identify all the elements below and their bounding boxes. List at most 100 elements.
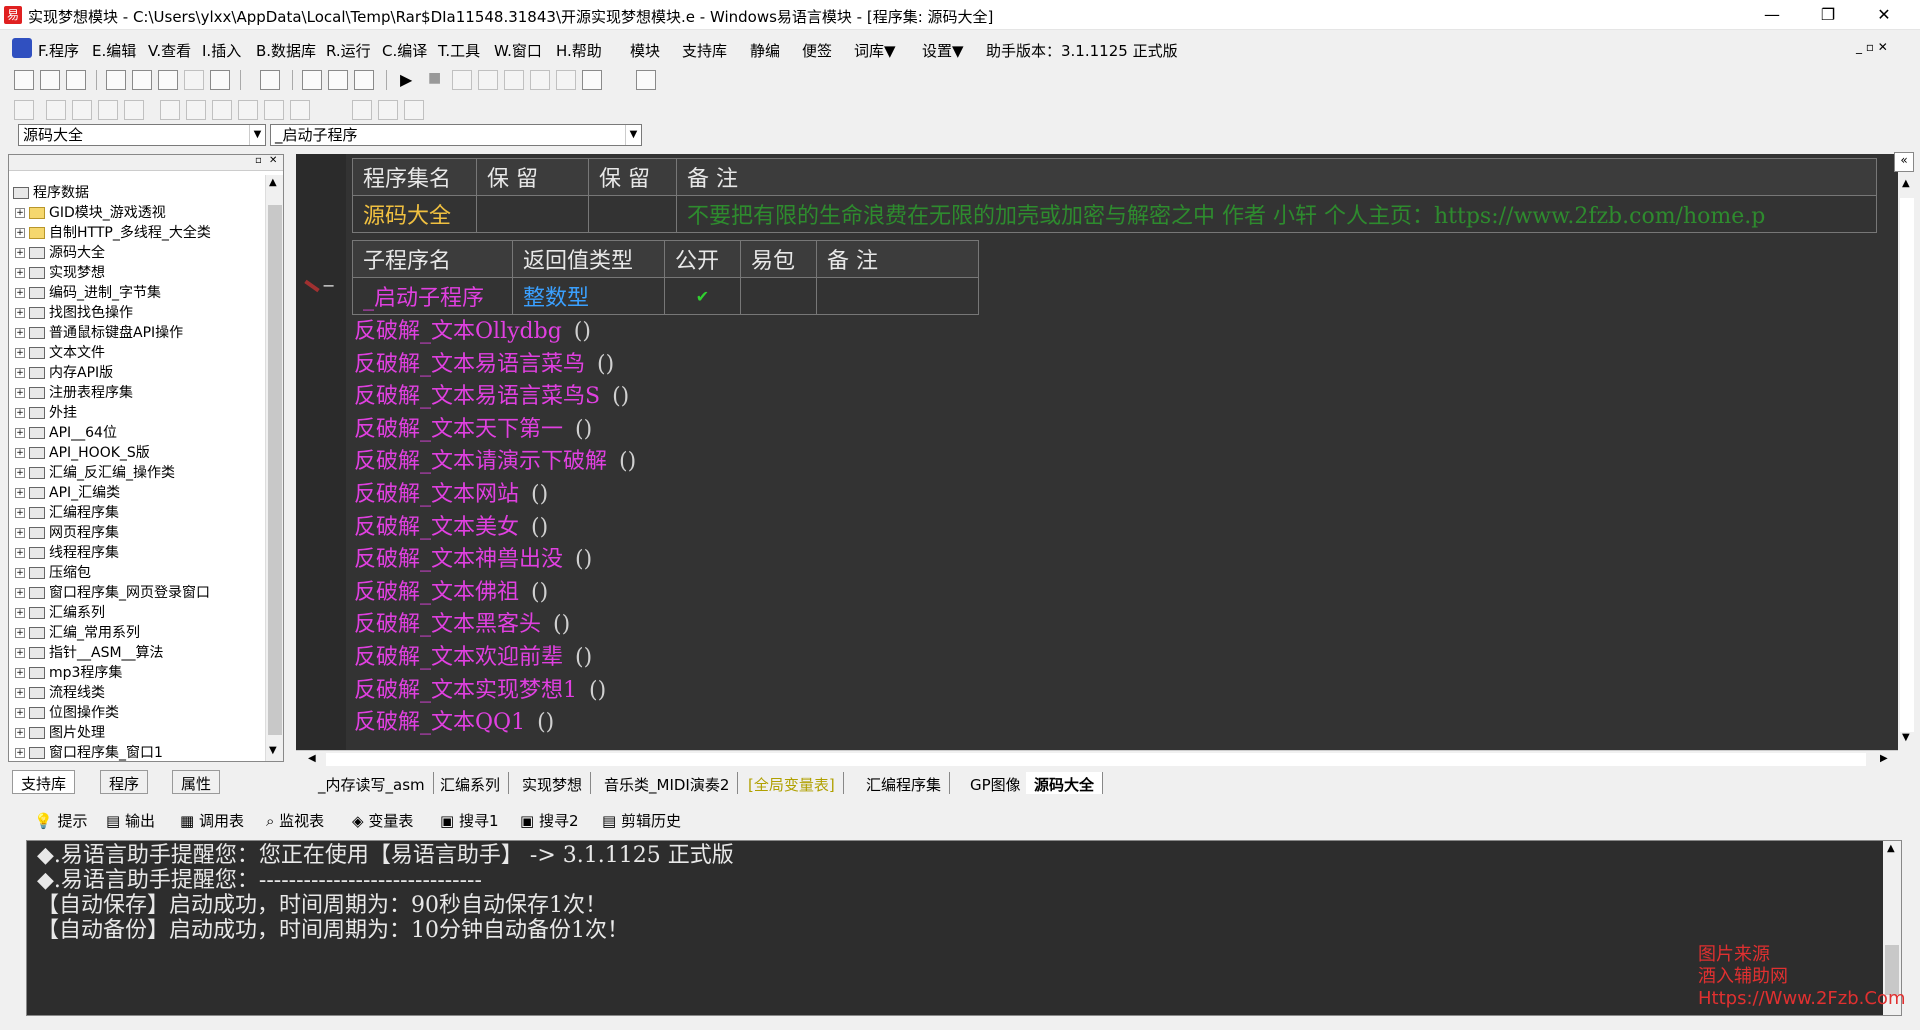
scroll-thumb[interactable] <box>326 753 1866 766</box>
align-top-icon[interactable] <box>98 100 118 120</box>
tree-root[interactable]: 程序数据 <box>13 183 89 203</box>
code-line[interactable]: 反破解_文本易语言菜鸟() <box>354 349 614 381</box>
menu-edit[interactable]: E.编辑 <box>92 40 136 61</box>
expand-icon[interactable]: + <box>15 528 25 538</box>
tree-item[interactable]: + 找图找色操作 <box>15 303 133 323</box>
menu-help[interactable]: H.帮助 <box>556 40 602 61</box>
tree-item[interactable]: + 注册表程序集 <box>15 383 133 403</box>
code-line[interactable]: 反破解_文本欢迎前辈() <box>354 642 592 674</box>
tree-item[interactable]: + API__64位 <box>15 423 117 443</box>
comment-cell[interactable]: 不要把有限的生命浪费在无限的加壳或加密与解密之中 作者 小轩 个人主页：http… <box>676 195 1877 233</box>
code-line[interactable]: 反破解_文本黑客头() <box>354 609 570 641</box>
undo-icon[interactable] <box>210 70 230 90</box>
menu-tools[interactable]: T.工具 <box>438 40 480 61</box>
size-both-icon[interactable] <box>404 100 424 120</box>
tree-item[interactable]: + 压缩包 <box>15 563 91 583</box>
step-into-icon[interactable] <box>478 70 498 90</box>
expand-icon[interactable]: + <box>15 588 25 598</box>
tab-search2[interactable]: ▣ 搜寻2 <box>520 810 579 831</box>
cell[interactable] <box>476 195 589 233</box>
same-height-icon[interactable] <box>238 100 258 120</box>
run-icon[interactable]: ▶ <box>400 70 412 89</box>
tree-item[interactable]: + 外挂 <box>15 403 77 423</box>
expand-icon[interactable]: + <box>15 448 25 458</box>
new-file-icon[interactable] <box>14 70 34 90</box>
tab-search1[interactable]: ▣ 搜寻1 <box>440 810 499 831</box>
space-h-icon[interactable] <box>264 100 284 120</box>
code-line[interactable]: 反破解_文本天下第一() <box>354 414 592 446</box>
copy-icon[interactable] <box>132 70 152 90</box>
doc-tab[interactable]: 汇编系列 <box>432 772 510 794</box>
tab-program[interactable]: 程序 <box>100 770 149 794</box>
expand-icon[interactable]: + <box>15 548 25 558</box>
assembly-name-cell[interactable]: 源码大全 <box>352 195 477 233</box>
stop-icon[interactable]: ■ <box>428 70 441 86</box>
tree-item[interactable]: + API_HOOK_S版 <box>15 443 150 463</box>
expand-icon[interactable]: + <box>15 368 25 378</box>
doc-tab[interactable]: GP图像 <box>962 772 1030 794</box>
redo-icon[interactable] <box>184 70 204 90</box>
scroll-up-icon[interactable]: ▲ <box>269 177 277 188</box>
menu-window[interactable]: W.窗口 <box>494 40 542 61</box>
expand-icon[interactable]: + <box>15 488 25 498</box>
same-width-icon[interactable] <box>212 100 232 120</box>
doc-tab[interactable]: 音乐类_MIDI演奏2 <box>596 772 739 794</box>
menu-view[interactable]: V.查看 <box>148 40 191 61</box>
cell[interactable] <box>740 277 817 315</box>
tree-item[interactable]: + 网页程序集 <box>15 523 119 543</box>
close-icon[interactable]: ✕ <box>269 155 277 166</box>
doc-tab-active[interactable]: 源码大全 <box>1026 772 1104 794</box>
layout2-icon[interactable] <box>328 70 348 90</box>
tree-item[interactable]: + API_汇编类 <box>15 483 120 503</box>
tree-item[interactable]: + 内存API版 <box>15 363 113 383</box>
menu-module[interactable]: 模块 <box>630 40 660 61</box>
align-bottom-icon[interactable] <box>124 100 144 120</box>
tree-item[interactable]: + 流程线类 <box>15 683 105 703</box>
expand-icon[interactable]: + <box>15 728 25 738</box>
expand-icon[interactable]: + <box>15 288 25 298</box>
tree-item[interactable]: + 线程程序集 <box>15 543 119 563</box>
expand-icon[interactable]: + <box>15 668 25 678</box>
code-editor[interactable]: − 程序集名 保 留 保 留 备 注 源码大全 不要把有限的生命浪费在无限的加壳… <box>296 154 1898 750</box>
align-left-icon[interactable] <box>46 100 66 120</box>
menu-database[interactable]: B.数据库 <box>256 40 316 61</box>
restore-button[interactable]: ❐ <box>1800 0 1856 30</box>
tree-item[interactable]: + 指针__ASM__算法 <box>15 643 164 663</box>
tree-item[interactable]: + 普通鼠标键盘API操作 <box>15 323 183 343</box>
scroll-down-icon[interactable]: ▼ <box>1902 732 1910 743</box>
code-line[interactable]: 反破解_文本请演示下破解() <box>354 446 636 478</box>
tree-item[interactable]: + 自制HTTP_多线程_大全类 <box>15 223 211 243</box>
align-grid-icon[interactable] <box>14 100 34 120</box>
menu-compile[interactable]: C.编译 <box>382 40 427 61</box>
expand-icon[interactable]: + <box>15 408 25 418</box>
assembly-select[interactable]: 源码大全 ▼ <box>18 124 266 146</box>
code-line[interactable]: 反破解_文本Ollydbg() <box>354 316 591 348</box>
menu-notes[interactable]: 便签 <box>802 40 832 61</box>
code-line[interactable]: 反破解_文本佛祖() <box>354 577 548 609</box>
chevron-down-icon[interactable]: ▼ <box>625 125 641 145</box>
step-icon[interactable] <box>452 70 472 90</box>
tree-item[interactable]: + 文本文件 <box>15 343 105 363</box>
output-panel[interactable]: ◆.易语言助手提醒您：您正在使用【易语言助手】 -> 3.1.1125 正式版 … <box>26 840 1902 1016</box>
expand-icon[interactable]: + <box>15 208 25 218</box>
hand-icon[interactable] <box>582 70 602 90</box>
tree-item[interactable]: + 编码_进制_字节集 <box>15 283 161 303</box>
menu-insert[interactable]: I.插入 <box>202 40 241 61</box>
scroll-thumb[interactable] <box>268 205 282 735</box>
expand-icon[interactable]: + <box>15 248 25 258</box>
editor-hscrollbar[interactable]: ◀ ▶ <box>296 750 1898 768</box>
expand-icon[interactable]: + <box>15 608 25 618</box>
menu-run[interactable]: R.运行 <box>326 40 371 61</box>
cell[interactable] <box>816 277 979 315</box>
tree-item[interactable]: + 汇编_常用系列 <box>15 623 140 643</box>
tree-item[interactable]: + 窗口程序集_窗口1 <box>15 743 163 763</box>
collapse-panel-icon[interactable]: « <box>1894 152 1914 172</box>
menu-lexicon[interactable]: 词库▼ <box>854 40 896 61</box>
tree-item[interactable]: + 汇编_反汇编_操作类 <box>15 463 175 483</box>
save-icon[interactable] <box>66 70 86 90</box>
step-out-icon[interactable] <box>504 70 524 90</box>
tree-item[interactable]: + 汇编系列 <box>15 603 105 623</box>
tree-item[interactable]: + 图片处理 <box>15 723 105 743</box>
find-icon[interactable] <box>260 70 280 90</box>
expand-icon[interactable]: + <box>15 648 25 658</box>
